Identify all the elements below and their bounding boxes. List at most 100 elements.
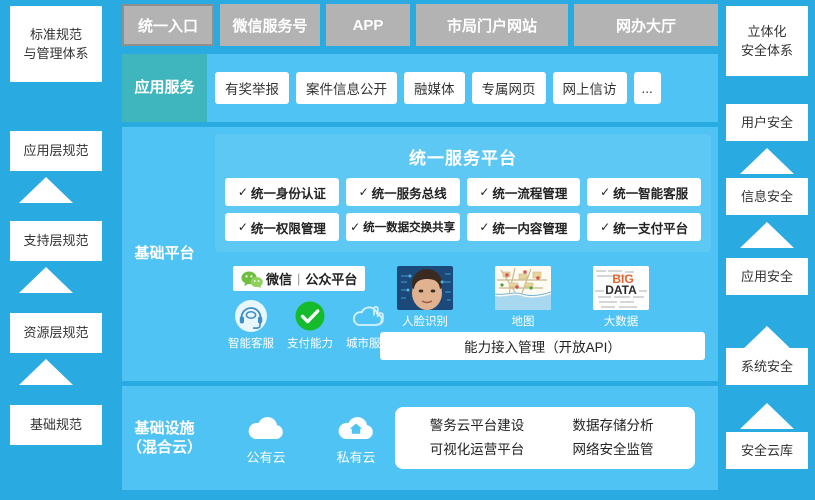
left-standards-column: 标准规范 与管理体系 应用层规范 支持层规范 资源层规范 基础规范 bbox=[0, 0, 110, 500]
app-chip-reward-report[interactable]: 有奖举报 bbox=[215, 72, 289, 104]
wechat-brand-label: 微信 bbox=[266, 272, 293, 287]
capability-big-data[interactable]: BIG DATA 大数据 bbox=[593, 266, 649, 329]
usp-item-process-management[interactable]: ✓ 统一流程管理 bbox=[466, 178, 581, 206]
architecture-diagram: 标准规范 与管理体系 应用层规范 支持层规范 资源层规范 基础规范 统一入口 微… bbox=[0, 0, 815, 500]
usp-item-permission-management[interactable]: ✓ 统一权限管理 bbox=[225, 213, 339, 241]
base-platform-body: 统一服务平台 ✓ 统一身份认证 ✓ 统一服务总线 ✓ 统一流程管理 ✓ 统一智能… bbox=[207, 127, 718, 381]
right-item-system-security[interactable]: 系统安全 bbox=[726, 348, 808, 385]
infra-project-visual-operation[interactable]: 可视化运营平台 bbox=[409, 440, 545, 460]
public-cloud-item[interactable]: 公有云 bbox=[235, 410, 297, 466]
app-chip-more[interactable]: ... bbox=[633, 72, 661, 104]
check-icon: ✓ bbox=[358, 185, 369, 199]
right-arrow-1-icon bbox=[740, 148, 794, 174]
base-platform-band: 基础平台 统一服务平台 ✓ 统一身份认证 ✓ 统一服务总线 ✓ 统一流程管理 ✓… bbox=[122, 127, 718, 381]
green-check-icon bbox=[284, 298, 336, 334]
app-chip-case-disclosure[interactable]: 案件信息公开 bbox=[296, 72, 397, 104]
cloud-label: 公有云 bbox=[246, 450, 286, 465]
usp-item-service-bus[interactable]: ✓ 统一服务总线 bbox=[345, 178, 460, 206]
right-item-label: 用户安全 bbox=[740, 114, 793, 130]
cloud-touch-icon bbox=[343, 298, 395, 334]
right-item-label: 安全云库 bbox=[740, 442, 793, 458]
app-chip-dedicated-page[interactable]: 专属网页 bbox=[471, 72, 546, 104]
entry-wechat-service[interactable]: 微信服务号 bbox=[220, 4, 320, 46]
left-arrow-3-icon bbox=[19, 359, 73, 385]
right-item-label: 信息安全 bbox=[740, 188, 793, 204]
usp-item-label: 统一流程管理 bbox=[492, 186, 568, 201]
application-services-band: 应用服务 有奖举报 案件信息公开 融媒体 专属网页 网上信访 ... bbox=[122, 54, 718, 122]
capability-label: 人脸识别 bbox=[402, 316, 448, 328]
unified-service-platform-card: 统一服务平台 ✓ 统一身份认证 ✓ 统一服务总线 ✓ 统一流程管理 ✓ 统一智能… bbox=[215, 134, 711, 252]
right-arrow-4-icon bbox=[740, 403, 794, 429]
usp-item-payment-platform[interactable]: ✓ 统一支付平台 bbox=[587, 213, 701, 241]
capability-smart-customer-service[interactable]: 智能客服 bbox=[225, 298, 277, 351]
left-item-resource-layer[interactable]: 资源层规范 bbox=[10, 313, 102, 353]
right-column-header: 立体化 安全体系 bbox=[726, 6, 808, 76]
wechat-official-account-badge[interactable]: 微信 | 公众平台 bbox=[233, 266, 366, 291]
app-chip-label: 专属网页 bbox=[481, 82, 536, 97]
base-platform-label: 基础平台 bbox=[122, 127, 207, 381]
left-item-support-layer[interactable]: 支持层规范 bbox=[10, 221, 102, 261]
right-item-label: 系统安全 bbox=[740, 358, 793, 374]
right-item-security-cloud-library[interactable]: 安全云库 bbox=[726, 432, 808, 469]
app-chip-label: 案件信息公开 bbox=[306, 82, 387, 97]
face-recognition-thumb bbox=[397, 266, 453, 310]
left-item-application-layer[interactable]: 应用层规范 bbox=[10, 131, 102, 171]
entry-unified-portal[interactable]: 统一入口 bbox=[122, 4, 214, 46]
app-chip-label: 网上信访 bbox=[562, 82, 617, 97]
big-data-thumb: BIG DATA bbox=[593, 266, 649, 310]
application-services-body: 有奖举报 案件信息公开 融媒体 专属网页 网上信访 ... bbox=[207, 54, 718, 122]
usp-item-label: 统一权限管理 bbox=[250, 221, 326, 236]
usp-item-content-management[interactable]: ✓ 统一内容管理 bbox=[466, 213, 581, 241]
left-item-basic-norms[interactable]: 基础规范 bbox=[10, 405, 102, 445]
entry-city-portal-website[interactable]: 市局门户网站 bbox=[416, 4, 568, 46]
big-data-text-data: DATA bbox=[605, 283, 637, 297]
right-item-user-security[interactable]: 用户安全 bbox=[726, 104, 808, 141]
check-icon: ✓ bbox=[479, 185, 490, 199]
left-arrow-1-icon bbox=[19, 177, 73, 203]
right-item-application-security[interactable]: 应用安全 bbox=[726, 258, 808, 295]
cloud-label: 私有云 bbox=[336, 450, 376, 465]
entry-online-service-hall[interactable]: 网办大厅 bbox=[574, 4, 718, 46]
infra-project-network-security[interactable]: 网络安全监管 bbox=[545, 440, 681, 460]
entry-channels-row: 统一入口 微信服务号 APP 市局门户网站 网办大厅 bbox=[122, 4, 718, 46]
entry-app[interactable]: APP bbox=[326, 4, 410, 46]
capability-thumbnail-list: 人脸识别 地图 BIG DATA 大数据 bbox=[397, 266, 649, 329]
app-chip-online-petition[interactable]: 网上信访 bbox=[552, 72, 627, 104]
unified-service-platform-grid: ✓ 统一身份认证 ✓ 统一服务总线 ✓ 统一流程管理 ✓ 统一智能客服 ✓ 统一… bbox=[215, 169, 711, 241]
check-icon: ✓ bbox=[479, 220, 490, 234]
entry-label: APP bbox=[352, 16, 384, 34]
usp-item-label: 统一服务总线 bbox=[371, 186, 447, 201]
app-chip-media-convergence[interactable]: 融媒体 bbox=[404, 72, 465, 104]
wechat-logo-icon bbox=[241, 271, 263, 288]
usp-item-label: 统一内容管理 bbox=[492, 221, 568, 236]
capability-payment[interactable]: 支付能力 bbox=[284, 298, 336, 351]
application-services-label: 应用服务 bbox=[122, 54, 207, 122]
usp-item-label: 统一数据交换共享 bbox=[363, 222, 456, 234]
usp-item-data-exchange-sharing[interactable]: ✓ 统一数据交换共享 bbox=[345, 213, 460, 241]
check-icon: ✓ bbox=[600, 185, 611, 199]
right-item-information-security[interactable]: 信息安全 bbox=[726, 178, 808, 215]
api-access-management-bar[interactable]: 能力接入管理（开放API） bbox=[380, 332, 705, 360]
usp-item-label: 统一智能客服 bbox=[613, 186, 689, 201]
infra-project-police-cloud[interactable]: 警务云平台建设 bbox=[409, 416, 545, 436]
infra-project-data-storage-analysis[interactable]: 数据存储分析 bbox=[545, 416, 681, 436]
capability-label: 大数据 bbox=[603, 316, 639, 328]
infrastructure-body: 公有云 私有云 警务云平台建设 数据存储分析 可视化运营平台 网络安全监管 bbox=[207, 386, 718, 490]
entry-label: 市局门户网站 bbox=[446, 17, 537, 35]
infrastructure-label: 基础设施 （混合云） bbox=[122, 386, 207, 490]
usp-item-label: 统一支付平台 bbox=[613, 221, 689, 236]
left-item-label: 应用层规范 bbox=[23, 143, 89, 159]
usp-item-smart-customer-service[interactable]: ✓ 统一智能客服 bbox=[587, 178, 701, 206]
private-cloud-item[interactable]: 私有云 bbox=[325, 410, 387, 466]
capability-map[interactable]: 地图 bbox=[495, 266, 551, 329]
usp-item-identity-auth[interactable]: ✓ 统一身份认证 bbox=[225, 178, 339, 206]
usp-item-label: 统一身份认证 bbox=[250, 186, 326, 201]
entry-label: 统一入口 bbox=[137, 17, 198, 35]
capability-face-recognition[interactable]: 人脸识别 bbox=[397, 266, 453, 329]
left-header-line2: 与管理体系 bbox=[23, 46, 89, 61]
left-column-header: 标准规范 与管理体系 bbox=[10, 6, 102, 82]
app-chip-label: ... bbox=[641, 80, 653, 96]
application-services-list: 有奖举报 案件信息公开 融媒体 专属网页 网上信访 ... bbox=[215, 72, 661, 104]
left-item-label: 支持层规范 bbox=[23, 233, 89, 249]
right-header-line2: 安全体系 bbox=[740, 43, 793, 58]
